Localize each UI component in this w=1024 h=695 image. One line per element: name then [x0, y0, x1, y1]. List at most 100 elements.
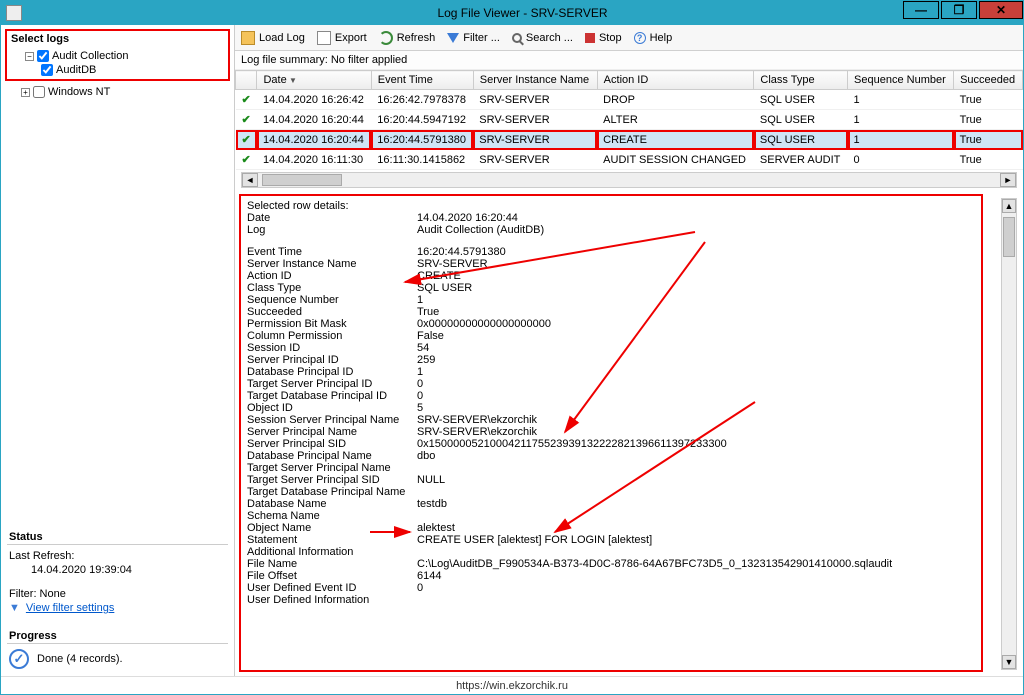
- scroll-thumb[interactable]: [262, 174, 342, 186]
- table-row[interactable]: ✔14.04.2020 16:20:4416:20:44.5791380SRV-…: [236, 130, 1023, 150]
- detail-key: Object Name: [247, 522, 417, 534]
- select-logs-header: Select logs: [7, 31, 228, 47]
- windows-nt-label: Windows NT: [48, 86, 110, 98]
- detail-key: Server Principal ID: [247, 354, 417, 366]
- sidebar: Select logs − Audit Collection AuditDB +: [1, 25, 235, 676]
- vertical-scrollbar[interactable]: ▲ ▼: [1001, 198, 1017, 670]
- detail-key: User Defined Information: [247, 594, 417, 606]
- detail-key: Date: [247, 212, 417, 224]
- collapse-icon[interactable]: −: [25, 52, 34, 61]
- detail-key: Session Server Principal Name: [247, 414, 417, 426]
- detail-row: Schema Name: [247, 510, 975, 522]
- detail-row: StatementCREATE USER [alektest] FOR LOGI…: [247, 534, 975, 546]
- detail-key: Additional Information: [247, 546, 417, 558]
- filter-button[interactable]: Filter ...: [447, 32, 500, 44]
- search-button[interactable]: Search ...: [512, 32, 573, 44]
- folder-icon: [241, 31, 255, 45]
- table-row[interactable]: ✔14.04.2020 16:20:4416:20:44.5947192SRV-…: [236, 110, 1023, 130]
- detail-row: Database Principal Namedbo: [247, 450, 975, 462]
- tree-windows-nt[interactable]: + Windows NT: [9, 85, 226, 99]
- column-header[interactable]: Succeeded: [954, 71, 1023, 90]
- detail-row: Additional Information: [247, 546, 975, 558]
- status-header: Status: [7, 530, 228, 545]
- detail-row: Session ID54: [247, 342, 975, 354]
- export-button[interactable]: Export: [317, 31, 367, 45]
- load-log-button[interactable]: Load Log: [241, 31, 305, 45]
- progress-text: Done (4 records).: [37, 653, 123, 665]
- detail-row: Target Database Principal Name: [247, 486, 975, 498]
- scroll-up-icon[interactable]: ▲: [1002, 199, 1016, 213]
- detail-row: Target Server Principal ID0: [247, 378, 975, 390]
- detail-row: Object ID5: [247, 402, 975, 414]
- detail-key: Server Instance Name: [247, 258, 417, 270]
- detail-value: SRV-SERVER: [417, 258, 975, 270]
- detail-key: Class Type: [247, 282, 417, 294]
- audit-collection-label: Audit Collection: [52, 50, 128, 62]
- progress-header: Progress: [7, 629, 228, 644]
- detail-value: [417, 594, 975, 606]
- detail-row: SucceededTrue: [247, 306, 975, 318]
- audit-collection-checkbox[interactable]: [37, 50, 49, 62]
- help-icon: ?: [634, 32, 646, 44]
- column-header[interactable]: Event Time: [371, 71, 473, 90]
- detail-key: Object ID: [247, 402, 417, 414]
- detail-key: Target Database Principal ID: [247, 390, 417, 402]
- column-header[interactable]: Sequence Number: [848, 71, 954, 90]
- detail-row: Object Namealektest: [247, 522, 975, 534]
- auditdb-checkbox[interactable]: [41, 64, 53, 76]
- column-header[interactable]: Date ▼: [257, 71, 371, 90]
- column-header[interactable]: Action ID: [597, 71, 754, 90]
- tree-auditdb[interactable]: AuditDB: [13, 63, 222, 77]
- detail-row: Target Server Principal Name: [247, 462, 975, 474]
- view-filter-settings-link[interactable]: View filter settings: [26, 602, 114, 614]
- scroll-thumb-v[interactable]: [1003, 217, 1015, 257]
- detail-key: Server Principal Name: [247, 426, 417, 438]
- scroll-left-icon[interactable]: ◄: [242, 173, 258, 187]
- app-icon: [6, 5, 22, 21]
- table-row[interactable]: ✔14.04.2020 16:26:4216:26:42.7978378SRV-…: [236, 90, 1023, 110]
- column-header[interactable]: [236, 71, 257, 90]
- expand-icon[interactable]: +: [21, 88, 30, 97]
- refresh-icon: [379, 31, 393, 45]
- windows-nt-checkbox[interactable]: [33, 86, 45, 98]
- log-grid[interactable]: Date ▼Event TimeServer Instance NameActi…: [235, 70, 1023, 170]
- refresh-button[interactable]: Refresh: [379, 31, 436, 45]
- detail-key: Target Server Principal SID: [247, 474, 417, 486]
- detail-row: Database Principal ID1: [247, 366, 975, 378]
- detail-value: dbo: [417, 450, 975, 462]
- tree-audit-collection[interactable]: − Audit Collection: [13, 49, 222, 63]
- scroll-down-icon[interactable]: ▼: [1002, 655, 1016, 669]
- detail-value: 16:20:44.5791380: [417, 246, 975, 258]
- detail-row: Server Principal NameSRV-SERVER\ekzorchi…: [247, 426, 975, 438]
- detail-value: 54: [417, 342, 975, 354]
- column-header[interactable]: Server Instance Name: [473, 71, 597, 90]
- detail-value: C:\Log\AuditDB_F990534A-B373-4D0C-8786-6…: [417, 558, 975, 570]
- minimize-button[interactable]: —: [903, 1, 939, 19]
- detail-value: CREATE: [417, 270, 975, 282]
- detail-value: 1: [417, 366, 975, 378]
- help-button[interactable]: ?Help: [634, 32, 673, 44]
- column-header[interactable]: Class Type: [754, 71, 848, 90]
- detail-value: 0x15000005210004211755239391322228213966…: [417, 438, 975, 450]
- scroll-right-icon[interactable]: ►: [1000, 173, 1016, 187]
- detail-key: Permission Bit Mask: [247, 318, 417, 330]
- detail-row: Server Principal SID0x150000052100042117…: [247, 438, 975, 450]
- detail-value: SRV-SERVER\ekzorchik: [417, 414, 975, 426]
- detail-key: Session ID: [247, 342, 417, 354]
- detail-value: Audit Collection (AuditDB): [417, 224, 975, 236]
- stop-button[interactable]: Stop: [585, 32, 622, 44]
- horizontal-scrollbar[interactable]: ◄ ►: [241, 172, 1017, 188]
- detail-value: CREATE USER [alektest] FOR LOGIN [alekte…: [417, 534, 975, 546]
- maximize-button[interactable]: ❐: [941, 1, 977, 19]
- done-check-icon: ✓: [9, 649, 29, 669]
- table-row[interactable]: ✔14.04.2020 16:11:3016:11:30.1415862SRV-…: [236, 150, 1023, 170]
- detail-value: SRV-SERVER\ekzorchik: [417, 426, 975, 438]
- detail-value: 5: [417, 402, 975, 414]
- detail-value: 0x00000000000000000000: [417, 318, 975, 330]
- detail-row: Target Server Principal SIDNULL: [247, 474, 975, 486]
- detail-key: Action ID: [247, 270, 417, 282]
- detail-key: Database Principal Name: [247, 450, 417, 462]
- close-button[interactable]: ✕: [979, 1, 1023, 19]
- titlebar[interactable]: Log File Viewer - SRV-SERVER — ❐ ✕: [1, 1, 1023, 25]
- detail-key: Log: [247, 224, 417, 236]
